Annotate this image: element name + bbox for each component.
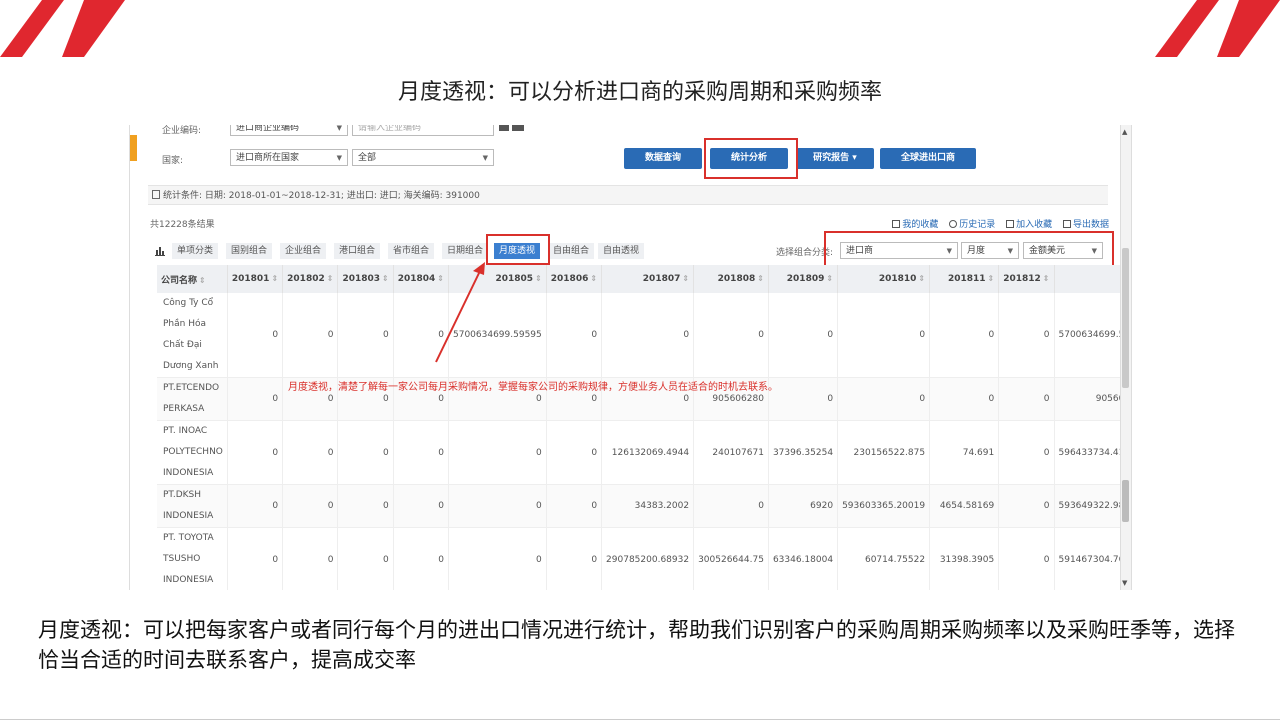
scroll-thumb[interactable] xyxy=(1122,248,1129,388)
annotation-arrow xyxy=(435,262,485,363)
scroll-handle[interactable] xyxy=(1122,480,1129,522)
decorative-stripes-right xyxy=(1155,0,1280,57)
decorative-stripes-left xyxy=(0,0,125,57)
footer-divider xyxy=(0,719,1280,720)
annotation-text: 月度透视，清楚了解每一家公司每月采购情况，掌握每家公司的采购规律，方便业务人员在… xyxy=(288,382,778,393)
app-screenshot: 企业编码: 进口商企业编码 ▼ 请输入企业编码 国家: 进口商所在国家 ▼ 全部 ▼ … xyxy=(129,125,1132,590)
slide-caption: 月度透视：可以把每家客户或者同行每个月的进出口情况进行统计，帮助我们识别客户的采… xyxy=(38,618,1235,672)
vertical-scrollbar[interactable]: ▲ ▼ xyxy=(1120,125,1131,590)
slide-title: 月度透视：可以分析进口商的采购周期和采购频率 xyxy=(397,80,882,105)
scroll-up-icon[interactable]: ▲ xyxy=(1122,128,1127,136)
scroll-down-icon[interactable]: ▼ xyxy=(1122,579,1127,587)
